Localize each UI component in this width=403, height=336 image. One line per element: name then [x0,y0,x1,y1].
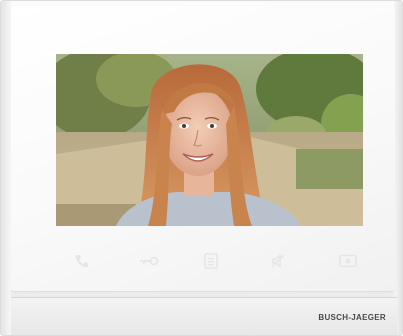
panel-edge-right [394,1,402,335]
call-button[interactable] [69,247,95,275]
camera-feed-image [56,54,363,226]
mute-icon [271,253,285,269]
menu-button[interactable] [198,247,224,275]
phone-icon [75,255,88,268]
video-icon [339,254,357,268]
key-icon [140,256,159,266]
intercom-panel: BUSCH-JAEGER [0,0,403,336]
video-screen [56,54,363,226]
mute-button[interactable] [265,247,291,275]
door-open-button[interactable] [136,247,162,275]
brand-logo: BUSCH-JAEGER [318,313,386,322]
panel-edge-left [1,1,11,335]
menu-icon [204,253,218,269]
touch-controls [11,247,395,279]
video-button[interactable] [335,247,361,275]
